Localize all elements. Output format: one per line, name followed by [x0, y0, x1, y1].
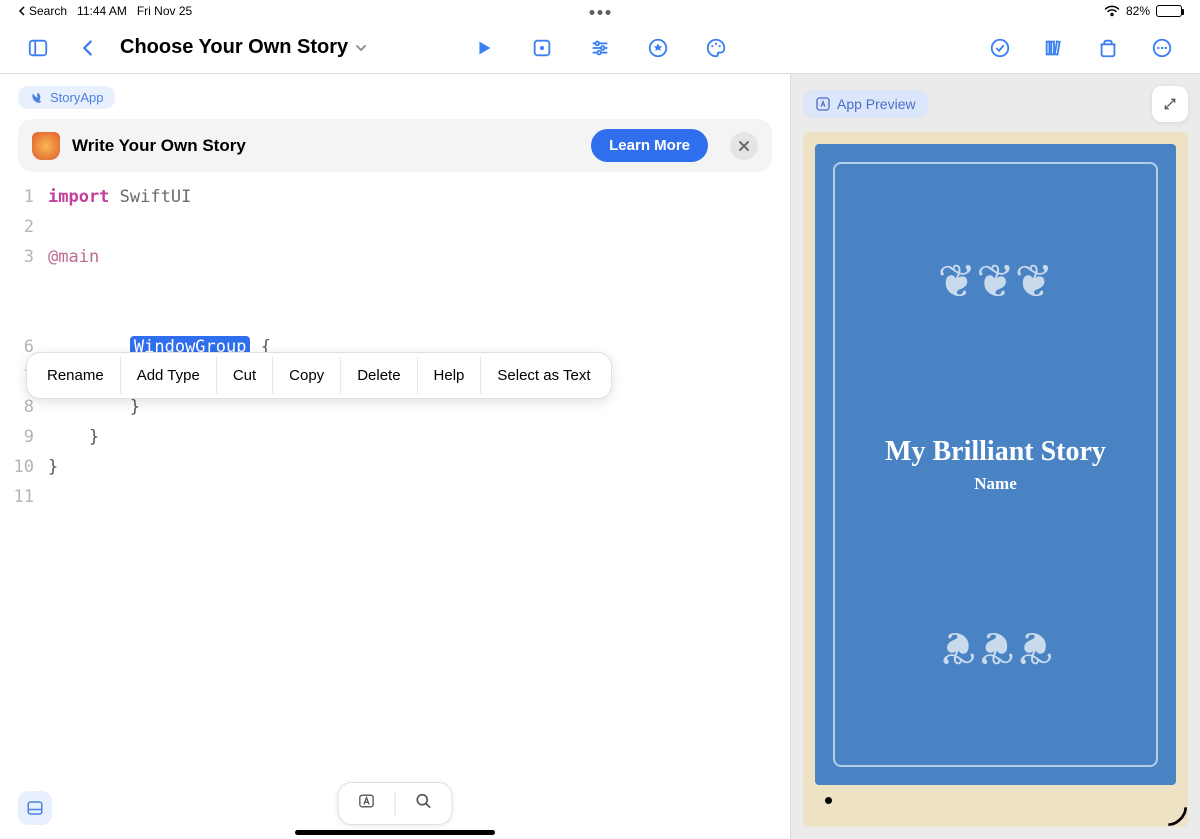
battery-icon [1156, 5, 1182, 17]
breadcrumb-label: StoryApp [50, 90, 103, 105]
keyboard-toolbar [338, 782, 453, 825]
menu-select-as-text[interactable]: Select as Text [480, 357, 606, 394]
resize-handle-icon[interactable] [1164, 803, 1190, 829]
menu-delete[interactable]: Delete [340, 357, 416, 394]
library-icon [1043, 37, 1065, 59]
context-menu: Rename Add Type Cut Copy Delete Help Sel… [26, 352, 612, 399]
promo-text: Write Your Own Story [72, 136, 246, 156]
breadcrumb-file[interactable]: StoryApp [18, 86, 115, 109]
line-number: 10 [0, 452, 48, 482]
page-indicator [815, 785, 1176, 815]
menu-rename[interactable]: Rename [31, 357, 120, 394]
preview-device[interactable]: ❦❦❦ My Brilliant Story Name ❦❦❦ [803, 132, 1188, 827]
console-icon [26, 799, 44, 817]
ornament-icon: ❦❦❦ [938, 254, 1054, 308]
expand-icon [1162, 96, 1178, 112]
app-icon [815, 96, 831, 112]
book-cover: ❦❦❦ My Brilliant Story Name ❦❦❦ [815, 144, 1176, 785]
menu-cut[interactable]: Cut [216, 357, 272, 394]
back-button[interactable] [70, 30, 106, 66]
back-app-label: Search [29, 4, 67, 18]
line-number: 1 [0, 182, 48, 212]
settings-sliders-button[interactable] [582, 30, 618, 66]
status-bar: Search 11:44 AM Fri Nov 25 82% [0, 0, 1200, 22]
package-button[interactable] [1090, 30, 1126, 66]
status-time: 11:44 AM [77, 4, 127, 18]
search-icon [414, 791, 434, 811]
wifi-icon [1104, 5, 1120, 17]
sidebar-icon [27, 37, 49, 59]
chevron-down-icon [354, 41, 368, 55]
multitask-dots[interactable] [590, 10, 611, 15]
stop-icon [531, 37, 553, 59]
ellipsis-circle-icon [1151, 37, 1173, 59]
project-title: Choose Your Own Story [120, 36, 348, 59]
palette-button[interactable] [698, 30, 734, 66]
back-to-search[interactable]: Search [18, 4, 67, 18]
format-button[interactable] [357, 791, 377, 816]
play-icon [473, 37, 495, 59]
star-button[interactable] [640, 30, 676, 66]
search-button[interactable] [414, 791, 434, 816]
star-icon [647, 37, 669, 59]
sliders-icon [589, 37, 611, 59]
flame-icon [32, 132, 60, 160]
line-number: 11 [0, 482, 48, 512]
code-area[interactable]: 1import SwiftUI 2 3@main 6 WindowGroup {… [0, 182, 790, 512]
preview-pane: App Preview ❦❦❦ My Brilliant Story Name … [790, 74, 1200, 839]
chevron-left-icon [18, 6, 26, 16]
stop-button[interactable] [524, 30, 560, 66]
project-title-dropdown[interactable]: Choose Your Own Story [120, 36, 368, 59]
more-button[interactable] [1144, 30, 1180, 66]
promo-banner: Write Your Own Story Learn More [18, 119, 772, 172]
ornament-icon: ❦❦❦ [938, 621, 1054, 675]
preview-header-label: App Preview [837, 96, 916, 112]
library-button[interactable] [1036, 30, 1072, 66]
preview-expand-button[interactable] [1152, 86, 1188, 122]
main-toolbar: Choose Your Own Story [0, 22, 1200, 74]
status-date: Fri Nov 25 [137, 4, 192, 18]
palette-icon [705, 37, 727, 59]
battery-percent: 82% [1126, 4, 1150, 18]
sidebar-toggle-button[interactable] [20, 30, 56, 66]
swift-icon [30, 91, 44, 105]
close-icon [738, 140, 750, 152]
line-number: 3 [0, 242, 48, 272]
check-circle-icon [989, 37, 1011, 59]
text-format-icon [357, 791, 377, 811]
learn-more-button[interactable]: Learn More [591, 129, 708, 162]
line-number: 9 [0, 422, 48, 452]
promo-close-button[interactable] [730, 132, 758, 160]
run-button[interactable] [466, 30, 502, 66]
line-number: 2 [0, 212, 48, 242]
console-toggle-button[interactable] [18, 791, 52, 825]
home-indicator[interactable] [295, 830, 495, 835]
checkmark-button[interactable] [982, 30, 1018, 66]
menu-add-type[interactable]: Add Type [120, 357, 216, 394]
separator [395, 793, 396, 815]
preview-header[interactable]: App Preview [803, 90, 928, 118]
code-editor-pane: StoryApp Write Your Own Story Learn More… [0, 74, 790, 839]
menu-copy[interactable]: Copy [272, 357, 340, 394]
menu-help[interactable]: Help [417, 357, 481, 394]
package-icon [1097, 37, 1119, 59]
chevron-left-icon [77, 37, 99, 59]
